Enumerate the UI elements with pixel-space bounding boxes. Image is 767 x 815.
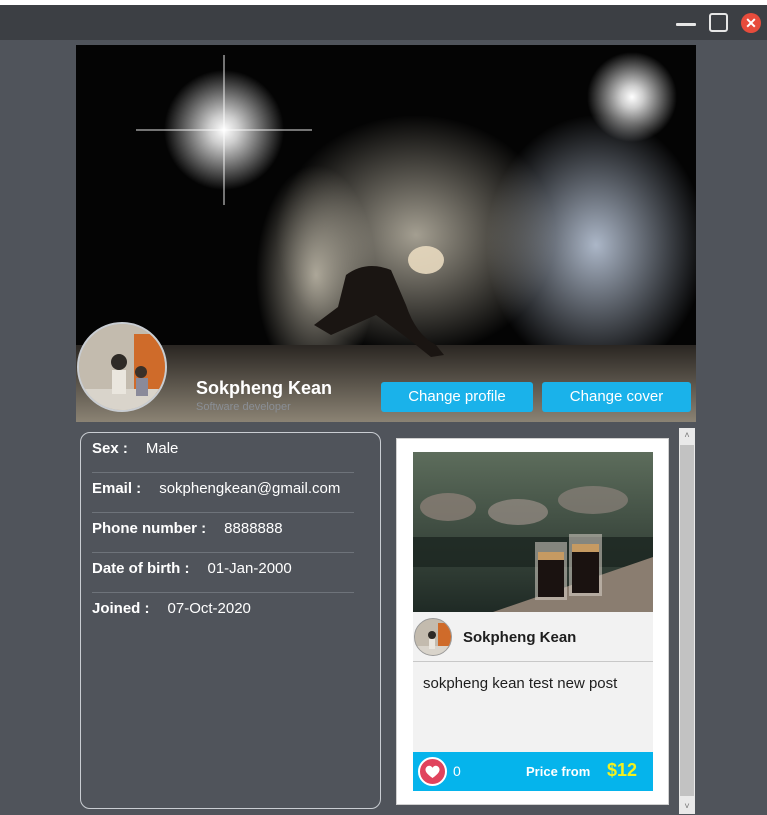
info-label: Date of birth :: [92, 560, 190, 577]
maximize-icon[interactable]: [709, 13, 728, 32]
post-text: sokpheng kean test new post: [423, 675, 618, 692]
profile-role: Software developer: [196, 401, 291, 413]
scroll-down-icon[interactable]: ˅: [679, 799, 695, 814]
scroll-thumb[interactable]: [680, 445, 694, 796]
info-row-sex: Sex : Male: [92, 433, 354, 473]
price-value: $12: [607, 760, 638, 780]
info-label: Email :: [92, 480, 142, 497]
like-count: 0: [453, 763, 461, 779]
info-value: 07-Oct-2020: [167, 600, 251, 617]
cover-image: [76, 45, 696, 422]
author-avatar[interactable]: [414, 618, 452, 656]
profile-name: Sokpheng Kean: [196, 378, 333, 398]
info-label: Phone number :: [92, 520, 207, 537]
change-cover-button[interactable]: Change cover: [542, 382, 691, 412]
price-label: Price from: [526, 764, 591, 779]
info-row-email: Email : sokphengkean@gmail.com: [92, 473, 354, 513]
profile-avatar[interactable]: [77, 322, 167, 412]
scroll-up-icon[interactable]: ˄: [679, 428, 695, 443]
change-profile-button[interactable]: Change profile: [381, 382, 533, 412]
info-label: Sex :: [92, 440, 128, 457]
cover-photo: [76, 45, 696, 422]
info-label: Joined :: [92, 600, 150, 617]
heart-icon[interactable]: [418, 757, 447, 786]
avatar-image: [79, 324, 165, 410]
info-value: sokphengkean@gmail.com: [159, 480, 341, 497]
post-author[interactable]: Sokpheng Kean: [463, 629, 576, 646]
info-row-joined: Joined : 07-Oct-2020: [92, 593, 354, 633]
post-image[interactable]: [413, 452, 653, 612]
info-value: 01-Jan-2000: [207, 560, 292, 577]
heart-shape: [425, 765, 440, 778]
post-photo: [413, 452, 653, 612]
info-value: 8888888: [224, 520, 283, 537]
window-titlebar: ✕: [0, 0, 767, 40]
user-info-panel: Sex : Male Email : sokphengkean@gmail.com …: [80, 432, 381, 809]
close-icon[interactable]: ✕: [741, 13, 761, 33]
info-row-phone: Phone number : 8888888: [92, 513, 354, 553]
minimize-icon[interactable]: [676, 13, 696, 33]
info-value: Male: [145, 440, 179, 457]
vertical-scrollbar[interactable]: ˄ ˅: [679, 428, 695, 814]
info-row-dob: Date of birth : 01-Jan-2000: [92, 553, 354, 593]
